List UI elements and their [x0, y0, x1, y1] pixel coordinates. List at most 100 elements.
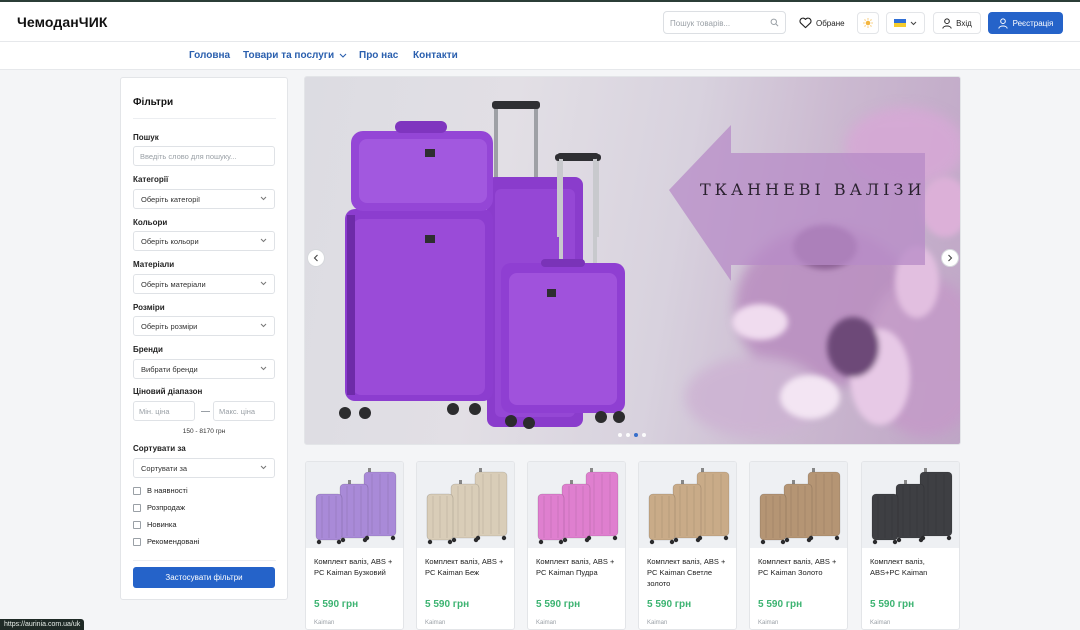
- product-card[interactable]: Комплект валіз, ABS + PC Kaiman Беж 5 590…: [416, 461, 515, 630]
- filter-materials-label: Матеріали: [133, 260, 175, 269]
- chevron-down-icon: [260, 281, 267, 286]
- product-name[interactable]: Комплект валіз, ABS + PC Kaiman Беж: [425, 556, 510, 578]
- product-name[interactable]: Комплект валіз, ABS + PC Kaiman Золото: [758, 556, 843, 578]
- price-min-field[interactable]: [133, 401, 195, 421]
- product-card[interactable]: Комплект валіз, ABS + PC Kaiman Бузковий…: [305, 461, 404, 630]
- product-brand: Kaiman: [425, 620, 446, 626]
- product-name[interactable]: Комплект валіз, ABS + PC Kaiman Пудра: [536, 556, 621, 578]
- nav-item-home[interactable]: Головна: [189, 50, 230, 61]
- checkbox[interactable]: [133, 520, 141, 529]
- product-brand: Kaiman: [314, 620, 335, 626]
- nav-label: Головна: [189, 50, 231, 61]
- checkbox-sale[interactable]: Розпродаж: [133, 503, 185, 512]
- chevron-down-icon: [260, 238, 267, 243]
- checkbox-recommended[interactable]: Рекомендовані: [133, 537, 199, 546]
- sort-label: Сортувати за: [133, 444, 186, 453]
- nav-label: Про нас: [359, 50, 399, 61]
- product-price: 5 590 грн: [536, 599, 581, 610]
- ukraine-flag-icon: [894, 19, 906, 27]
- nav-item-products[interactable]: Товари та послуги: [243, 50, 347, 61]
- register-button[interactable]: Реєстрація: [988, 12, 1063, 34]
- theme-toggle[interactable]: [857, 12, 879, 34]
- header-search[interactable]: [663, 11, 786, 34]
- category-select-value: Оберіть категорії: [141, 195, 201, 204]
- search-input[interactable]: [670, 16, 766, 30]
- price-dash: [201, 411, 210, 412]
- chevron-left-icon: [313, 254, 318, 262]
- sort-select[interactable]: Сортувати за: [133, 458, 275, 478]
- chevron-down-icon: [260, 465, 267, 470]
- favorites-label: Обране: [816, 18, 845, 28]
- register-label: Реєстрація: [1012, 18, 1054, 28]
- product-image[interactable]: [639, 462, 737, 548]
- chevron-down-icon: [260, 323, 267, 328]
- divider: [133, 118, 276, 119]
- banner-dot[interactable]: [626, 433, 630, 437]
- product-brand: Kaiman: [758, 620, 779, 626]
- checkbox-label: В наявності: [147, 486, 188, 495]
- filter-brands-label: Бренди: [133, 345, 163, 354]
- filter-price-label: Ціновий діапазон: [133, 387, 203, 396]
- search-icon[interactable]: [770, 18, 779, 27]
- heart-icon: [799, 17, 812, 29]
- hero-banner[interactable]: ТКАННЕВІ ВАЛІЗИ: [304, 76, 961, 445]
- nav-label: Товари та послуги: [243, 50, 335, 61]
- nav-item-about[interactable]: Про нас: [359, 50, 398, 61]
- suitcase-set-image: [339, 101, 625, 429]
- filter-colors-label: Кольори: [133, 218, 168, 227]
- banner-dot[interactable]: [618, 433, 622, 437]
- login-button[interactable]: Вхід: [933, 12, 981, 34]
- sun-icon: [863, 18, 873, 28]
- filter-search-label: Пошук: [133, 133, 159, 142]
- product-name[interactable]: Комплект валіз, ABS+PC Kaiman: [870, 556, 955, 578]
- product-image[interactable]: [528, 462, 626, 548]
- favorites-link[interactable]: Обране: [799, 15, 845, 31]
- product-image[interactable]: [306, 462, 404, 548]
- chevron-down-icon: [910, 21, 917, 25]
- product-name[interactable]: Комплект валіз, ABS + PC Kaiman Бузковий: [314, 556, 399, 578]
- price-max-field[interactable]: [213, 401, 275, 421]
- product-image[interactable]: [862, 462, 960, 548]
- filter-search-input[interactable]: [140, 151, 270, 162]
- colors-select[interactable]: Оберіть кольори: [133, 231, 275, 251]
- product-card[interactable]: Комплект валіз, ABS + PC Kaiman Светле з…: [638, 461, 737, 630]
- main-nav: Головна Товари та послуги Про нас Контак…: [0, 42, 1080, 70]
- checkbox-in-stock[interactable]: В наявності: [133, 486, 188, 495]
- filter-search-field[interactable]: [133, 146, 275, 166]
- apply-filters-button[interactable]: Застосувати фільтри: [133, 567, 275, 588]
- checkbox[interactable]: [133, 486, 141, 495]
- product-image[interactable]: [750, 462, 848, 548]
- product-name[interactable]: Комплект валіз, ABS + PC Kaiman Светле з…: [647, 556, 732, 589]
- sizes-select[interactable]: Оберіть розміри: [133, 316, 275, 336]
- checkbox[interactable]: [133, 503, 141, 512]
- banner-prev-button[interactable]: [307, 249, 325, 267]
- product-card[interactable]: Комплект валіз, ABS + PC Kaiman Золото 5 …: [749, 461, 848, 630]
- product-card[interactable]: Комплект валіз, ABS + PC Kaiman Пудра 5 5…: [527, 461, 626, 630]
- materials-select-value: Оберіть матеріали: [141, 280, 206, 289]
- site-logo[interactable]: ЧемоданЧИК: [17, 14, 108, 30]
- product-card[interactable]: Комплект валіз, ABS+PC Kaiman 5 590 грн Ka…: [861, 461, 960, 630]
- materials-select[interactable]: Оберіть матеріали: [133, 274, 275, 294]
- checkbox-new[interactable]: Новинка: [133, 520, 177, 529]
- brands-select[interactable]: Вибрати бренди: [133, 359, 275, 379]
- product-brand: Kaiman: [870, 620, 891, 626]
- banner-dot[interactable]: [642, 433, 646, 437]
- checkbox-label: Розпродаж: [147, 503, 186, 512]
- product-price: 5 590 грн: [425, 599, 470, 610]
- status-url: https://aurinia.com.ua/uk: [0, 619, 85, 630]
- product-price: 5 590 грн: [647, 599, 692, 610]
- brands-select-value: Вибрати бренди: [141, 365, 198, 374]
- banner-next-button[interactable]: [941, 249, 959, 267]
- checkbox-label: Рекомендовані: [147, 537, 200, 546]
- price-max-input[interactable]: [219, 406, 271, 417]
- category-select[interactable]: Оберіть категорії: [133, 189, 275, 209]
- price-min-input[interactable]: [139, 406, 191, 417]
- checkbox[interactable]: [133, 537, 141, 546]
- banner-dot-active[interactable]: [634, 433, 638, 437]
- product-image[interactable]: [417, 462, 515, 548]
- nav-label: Контакти: [413, 50, 458, 61]
- nav-item-contacts[interactable]: Контакти: [413, 50, 458, 61]
- filters-title: Фільтри: [133, 97, 174, 108]
- product-price: 5 590 грн: [870, 599, 915, 610]
- language-selector[interactable]: [886, 12, 925, 34]
